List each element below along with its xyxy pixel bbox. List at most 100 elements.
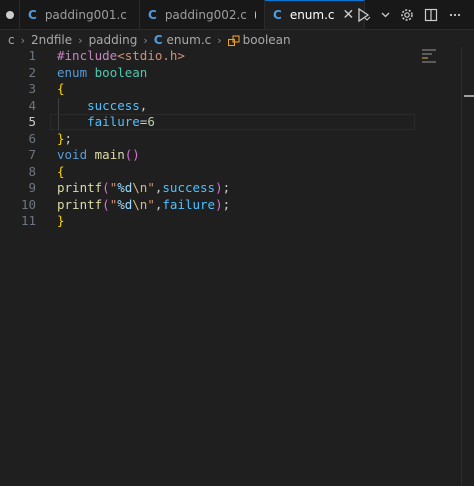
code-text: failure=6 [57,114,155,131]
minimap-line [422,53,432,55]
code-text: #include<stdio.h> [57,48,185,65]
code-line[interactable]: 1 #include<stdio.h> [0,48,460,65]
code-token: \n [132,196,148,212]
code-text: } [57,213,65,230]
code-text: success, [57,98,147,115]
line-number: 2 [28,64,36,80]
code-token: { [57,163,65,179]
minimap[interactable] [420,47,460,77]
code-line[interactable]: 11} [0,213,460,230]
run-icon[interactable] [355,7,371,23]
code-token: %d [117,180,133,195]
code-token: \n [132,180,148,195]
line-number: 8 [28,163,36,179]
code-line[interactable]: 5 failure=6 [0,114,460,131]
code-line[interactable]: 8{ [0,164,460,181]
chevron-right-icon: › [20,33,26,47]
code-line[interactable]: 4 success, [0,98,460,115]
tab-bar: C padding001.c C padding002.c C enum.c ✕ [0,0,474,30]
line-number: 4 [28,97,36,113]
enum-icon [227,34,240,46]
tab-label: enum.c [289,8,335,22]
code-token: success [162,180,216,195]
code-token: ; [64,130,73,146]
chevron-right-icon: › [78,33,83,47]
line-number: 3 [28,81,36,96]
vscode-window: C padding001.c C padding002.c C enum.c ✕ [0,0,474,486]
tab-padding002[interactable]: C padding002.c [140,0,265,29]
code-token: ; [222,196,231,212]
code-token: main [94,147,125,162]
chevron-down-icon[interactable] [381,10,390,19]
code-line[interactable]: 10 printf("%d\n",failure); [0,197,460,214]
line-number: 11 [20,213,36,228]
editor-actions [355,0,474,29]
code-token: } [57,213,65,228]
code-token: " [147,180,155,195]
code-token: } [57,130,65,146]
code-token: printf [57,180,103,195]
code-token: { [57,81,65,96]
breadcrumb-item-symbol[interactable]: boolean [243,33,291,47]
code-line[interactable]: 6}; [0,131,460,148]
c-file-icon: C [148,7,157,22]
code-token: success [87,97,140,113]
code-token: 6 [147,114,155,129]
code-text: enum boolean [57,65,147,82]
scrollbar-cursor-marker [464,95,474,97]
code-token: ( [102,180,110,195]
code-token: ; [222,180,231,195]
chevron-right-icon: › [217,33,222,47]
gear-icon[interactable] [400,8,414,22]
code-token: %d [117,196,133,212]
close-icon[interactable]: ✕ [343,7,355,23]
code-token: void [57,147,88,162]
code-token: boolean [94,64,148,80]
code-token: , [139,97,148,113]
breadcrumb-item-padding[interactable]: padding [89,33,138,47]
code-token: failure [162,196,216,212]
tab-label: padding002.c [164,7,247,22]
code-token: ) [215,180,223,195]
code-token: ( [102,196,110,212]
breadcrumb-item-file[interactable]: enum.c [167,33,212,47]
code-token: failure [87,114,140,129]
code-text: void main() [57,147,140,164]
tab-enum[interactable]: C enum.c ✕ [265,0,365,29]
breadcrumb-item-c[interactable]: c [8,33,15,47]
code-text: printf("%d\n",failure); [57,197,230,214]
modified-dot-icon [6,10,14,19]
tab-label: padding001.c [44,7,127,22]
line-number: 10 [20,196,36,212]
code-token: <stdio.h> [117,48,185,63]
split-editor-icon[interactable] [424,8,438,22]
tab-padding001[interactable]: C padding001.c [20,0,140,29]
minimap-line [422,49,436,51]
code-editor[interactable]: 1 #include<stdio.h> 2 enum boolean 3{4 succe… [0,47,474,486]
code-line[interactable]: 7 void main() [0,147,460,164]
more-icon[interactable] [448,8,462,22]
line-number: 7 [28,147,36,162]
code-text: { [57,81,65,98]
code-line[interactable]: 2 enum boolean [0,65,460,82]
line-number: 1 [28,48,36,63]
modified-dot-icon [254,10,256,19]
vertical-scrollbar[interactable] [461,47,474,486]
minimap-line [422,61,436,63]
c-file-icon: C [153,33,163,47]
breadcrumb-item-2ndfile[interactable]: 2ndfile [31,33,72,47]
code-token: enum [57,64,88,80]
tab-hidden-modified[interactable] [0,0,20,29]
line-number: 6 [28,130,36,146]
code-token: #include [57,48,118,63]
line-number: 9 [28,180,36,195]
code-line[interactable]: 9 printf("%d\n",success); [0,180,460,197]
c-file-icon: C [273,8,282,22]
code-line[interactable]: 3{ [0,81,460,98]
code-token: " [147,196,155,212]
code-token: ) [215,196,223,212]
